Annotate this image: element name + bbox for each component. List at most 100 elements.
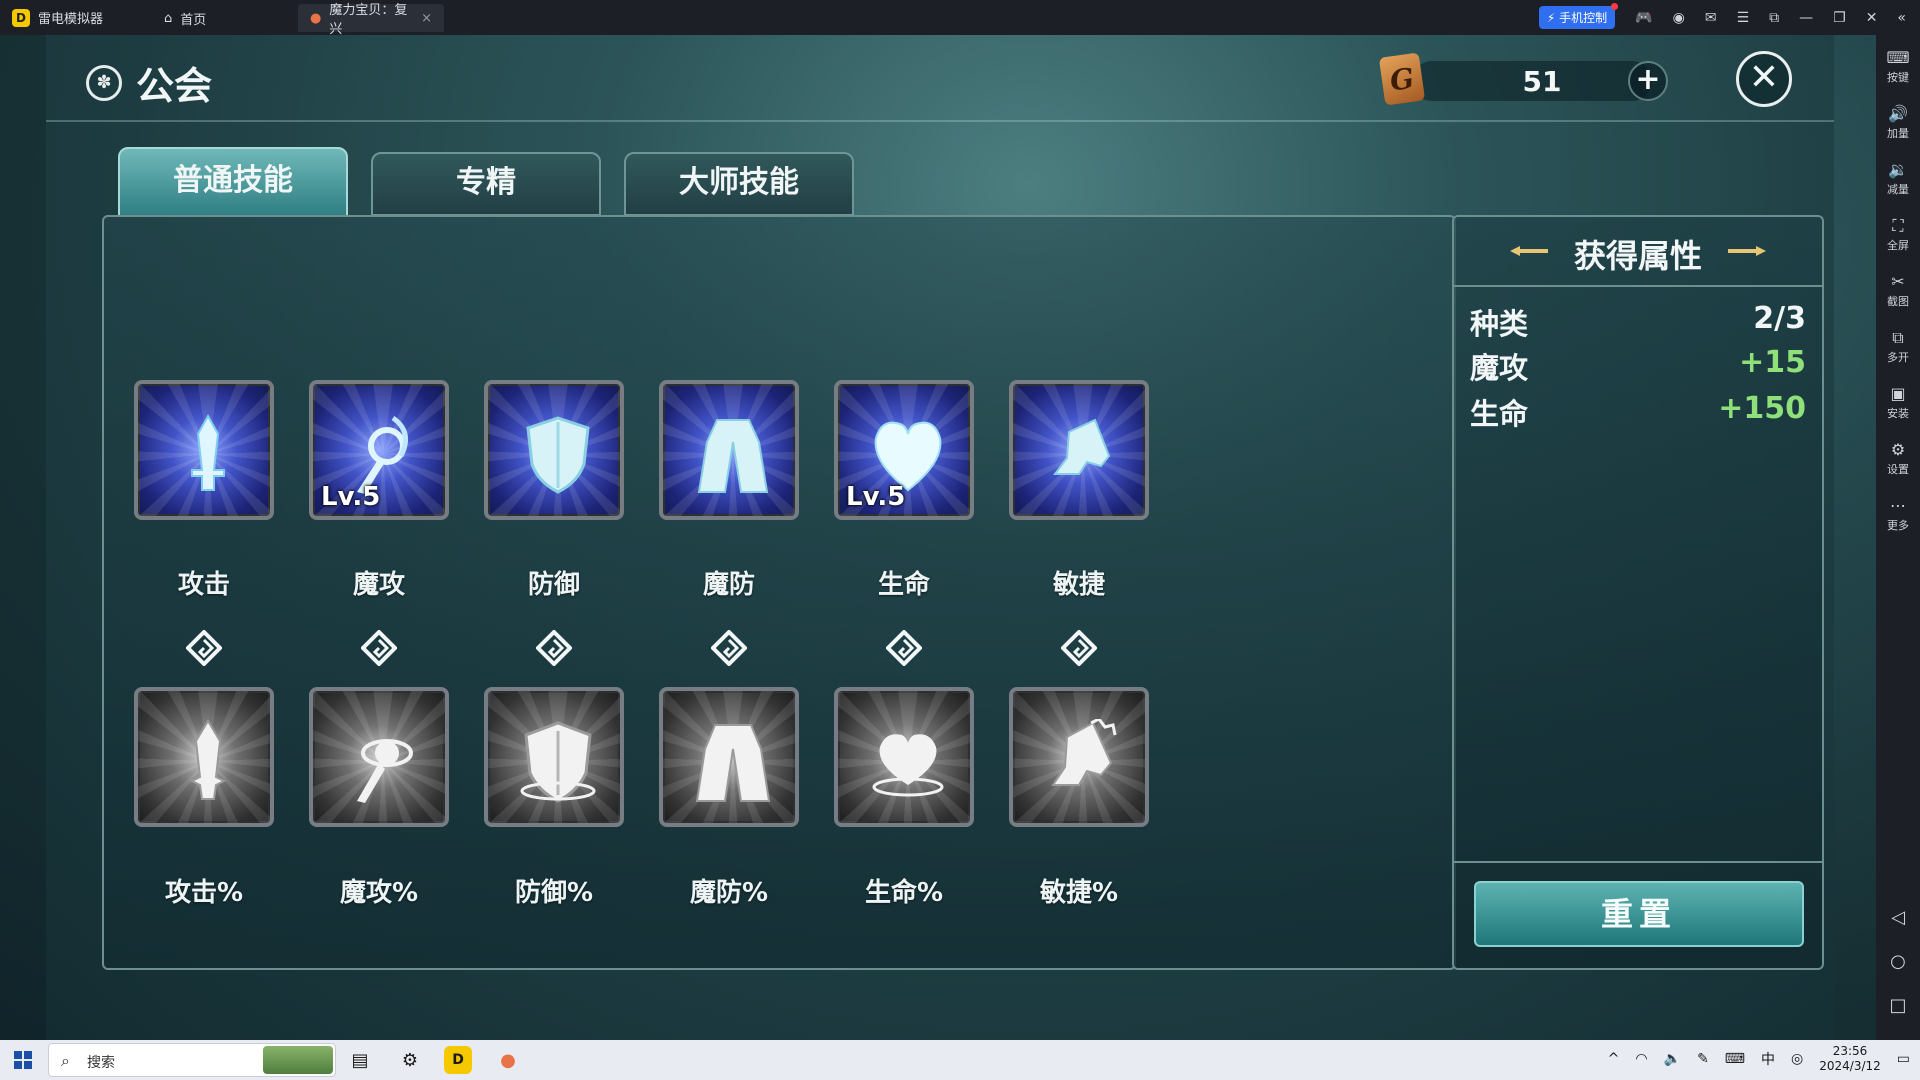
pen-icon[interactable]: ✎ <box>1697 1051 1709 1067</box>
speaker-icon[interactable]: 🔈 <box>1664 1051 1681 1067</box>
volume-down-icon: 🔉 <box>1888 160 1908 179</box>
skill-slot[interactable]: Lv.5 <box>309 380 449 520</box>
phone-control-button[interactable]: ⚡ 手机控制 <box>1538 3 1619 29</box>
skill-label: 魔攻 <box>352 570 405 600</box>
search-highlight-image <box>263 1046 333 1074</box>
boot-icon <box>1053 418 1111 475</box>
tab-specialization[interactable]: 专精 <box>371 152 601 216</box>
restore-icon[interactable]: ⧉ <box>1769 10 1779 26</box>
sidebar-item-keyboard[interactable]: ⌨ 按键 <box>1876 49 1920 85</box>
skill-slot[interactable] <box>484 380 624 520</box>
sidebar-item-scissors[interactable]: ✂ 截图 <box>1876 273 1920 309</box>
skill-slot[interactable] <box>659 687 799 827</box>
chevron-up-icon[interactable]: ^ <box>1608 1051 1620 1067</box>
task-view-icon[interactable]: ▤ <box>344 1044 376 1076</box>
maximize-icon[interactable]: ❐ <box>1833 10 1846 26</box>
wifi-icon[interactable]: ◠ <box>1635 1051 1647 1067</box>
skill-slot[interactable] <box>309 687 449 827</box>
sidebar-item-label: 按键 <box>1887 71 1909 84</box>
windows-taskbar: ⌕ 搜索 ▤ ⚙ D ● ^ ◠ 🔈 ✎ ⌨ 中 ◎ 23:56 2024/3/… <box>0 1040 1920 1080</box>
home-nav-icon[interactable]: ○ <box>1876 951 1920 972</box>
skill-link-icon <box>185 629 223 667</box>
sidebar-item-label: 加量 <box>1887 127 1909 140</box>
tab-normal-skills[interactable]: 普通技能 <box>118 147 348 217</box>
skill-slot[interactable] <box>134 380 274 520</box>
network-icon[interactable]: ◎ <box>1791 1051 1803 1067</box>
skill-slot[interactable] <box>1009 687 1149 827</box>
guild-title-text: 公会 <box>136 64 213 108</box>
tab-master-skills[interactable]: 大师技能 <box>624 152 854 216</box>
skill-frame: Lv.5 <box>309 380 449 520</box>
skill-link-icon <box>710 629 748 667</box>
reset-button[interactable]: 重置 <box>1474 881 1804 947</box>
skill-frame <box>134 687 274 827</box>
sidebar-item-label: 多开 <box>1887 351 1909 364</box>
taskbar-search[interactable]: ⌕ 搜索 <box>48 1043 336 1077</box>
page-title: ✽ 公会 <box>86 55 212 110</box>
menu-icon[interactable]: ☰ <box>1737 10 1750 26</box>
mail-icon[interactable]: ✉ <box>1705 10 1717 26</box>
header-divider <box>46 120 1834 122</box>
ldplayer-app-icon[interactable]: D <box>444 1046 472 1074</box>
skill-slot[interactable] <box>134 687 274 827</box>
skill-link-icon <box>1060 629 1098 667</box>
skill-slot[interactable]: Lv.5 <box>834 380 974 520</box>
tab-close-icon[interactable]: × <box>421 11 432 26</box>
sidebar-item-label: 设置 <box>1887 463 1909 476</box>
tab-game[interactable]: ● 魔力宝贝：复兴 × <box>298 3 444 37</box>
attribute-key: 魔攻 <box>1470 351 1529 385</box>
back-nav-icon[interactable]: ◁ <box>1876 907 1920 928</box>
settings-app-icon[interactable]: ⚙ <box>394 1044 426 1076</box>
guild-coin-icon: G <box>1378 52 1426 106</box>
gamepad-icon[interactable]: 🎮 <box>1635 10 1652 26</box>
skill-slot[interactable] <box>659 380 799 520</box>
sidebar-item-volume-down[interactable]: 🔉 减量 <box>1876 161 1920 197</box>
skill-label: 魔攻% <box>339 878 419 908</box>
sidebar-item-more[interactable]: ⋯ 更多 <box>1876 497 1920 533</box>
recent-nav-icon[interactable]: □ <box>1876 995 1920 1016</box>
emulator-logo-icon: D <box>12 8 30 27</box>
emulator-app-name: 雷电模拟器 <box>38 12 104 27</box>
close-button[interactable]: ✕ <box>1736 51 1792 107</box>
notification-icon[interactable]: ▭ <box>1897 1051 1910 1067</box>
ime-icon[interactable]: 中 <box>1761 1049 1775 1069</box>
attribute-value: 2/3 <box>1753 301 1806 336</box>
emulator-brand[interactable]: D 雷电模拟器 <box>12 8 103 27</box>
skill-slot[interactable] <box>484 687 624 827</box>
attribute-panel: 获得属性 种类 2/3 魔攻 +15 生命 +150 重置 <box>1452 215 1824 970</box>
shield-icon <box>526 416 590 494</box>
sidebar-item-multi-instance[interactable]: ⧉ 多开 <box>1876 329 1920 365</box>
add-currency-button[interactable]: + <box>1628 61 1668 101</box>
tab-game-label: 魔力宝贝：复兴 <box>329 3 408 37</box>
sidebar-item-label: 截图 <box>1887 295 1909 308</box>
emulator-title-bar: D 雷电模拟器 ⌂ 首页 ● 魔力宝贝：复兴 × ⚡ 手机控制 🎮 ◉ ✉ ☰ … <box>0 0 1920 37</box>
keyboard-icon[interactable]: ⌨ <box>1725 1051 1745 1067</box>
skill-label: 生命% <box>864 878 944 908</box>
game-viewport: ✽ 公会 G 51 + ✕ 普通技能 专精 大师技能 攻击 Lv.5 魔攻 防御 魔防 L… <box>0 35 1876 1040</box>
clock[interactable]: 23:56 2024/3/12 <box>1819 1044 1881 1074</box>
settings-icon: ⚙ <box>1890 440 1906 459</box>
window-close-icon[interactable]: ✕ <box>1866 10 1878 26</box>
multi-instance-icon: ⧉ <box>1892 328 1904 347</box>
skill-slot[interactable] <box>834 687 974 827</box>
skill-label: 魔防 <box>702 570 755 600</box>
sidebar-item-apk-install[interactable]: ▣ 安装 <box>1876 385 1920 421</box>
game-app-icon[interactable]: ● <box>492 1044 524 1076</box>
attribute-title: 获得属性 <box>1573 237 1702 275</box>
skill-frame: Lv.5 <box>834 380 974 520</box>
skill-slot[interactable] <box>1009 380 1149 520</box>
start-button[interactable] <box>14 1051 32 1069</box>
account-icon[interactable]: ◉ <box>1673 10 1685 26</box>
sidebar-item-fullscreen[interactable]: ⛶ 全屏 <box>1876 217 1920 253</box>
skill-label: 敏捷 <box>1052 570 1105 600</box>
emulator-sidebar: ⌨ 按键 🔊 加量 🔉 减量 ⛶ 全屏 ✂ 截图 ⧉ 多开 ▣ 安装 ⚙ 设置 ⋯ 更多 ◁ ○ □ <box>1876 35 1920 1040</box>
sidebar-item-settings[interactable]: ⚙ 设置 <box>1876 441 1920 477</box>
attribute-row-hp: 生命 +150 <box>1470 391 1806 431</box>
sidebar-item-volume-up[interactable]: 🔊 加量 <box>1876 105 1920 141</box>
sidebar-item-label: 更多 <box>1887 519 1909 532</box>
collapse-sidebar-icon[interactable]: « <box>1897 10 1906 26</box>
minimize-icon[interactable]: — <box>1799 10 1813 26</box>
scissors-icon: ✂ <box>1891 272 1905 291</box>
tab-home[interactable]: ⌂ 首页 <box>152 4 218 32</box>
skill-link-icon <box>535 629 573 667</box>
